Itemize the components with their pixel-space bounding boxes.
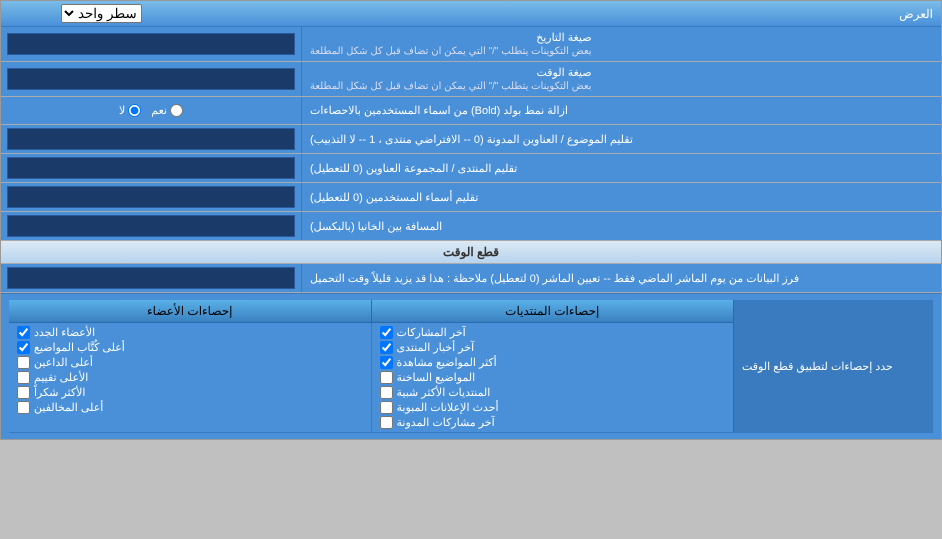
date-format-input-cell: d-m xyxy=(1,27,301,61)
forum-titles-input-cell: 33 xyxy=(1,154,301,182)
date-format-input[interactable]: d-m xyxy=(7,33,295,55)
checkbox-hot-topics[interactable] xyxy=(380,371,393,384)
checkbox-top-inviters[interactable] xyxy=(17,356,30,369)
user-names-input[interactable]: 0 xyxy=(7,186,295,208)
bold-no-label[interactable]: لا xyxy=(119,104,141,117)
checkbox-item: أعلى الداعين xyxy=(17,356,363,369)
bold-yes-radio[interactable] xyxy=(170,104,183,117)
checkbox-item: الأكثر شكراً xyxy=(17,386,363,399)
checkbox-item: آخر أخبار المنتدى xyxy=(380,341,726,354)
time-format-input-cell: H:i xyxy=(1,62,301,96)
bold-remove-radio-cell: نعم لا xyxy=(1,97,301,124)
cutoff-input[interactable]: 0 xyxy=(7,267,295,289)
time-format-input[interactable]: H:i xyxy=(7,68,295,90)
gap-between-label: المسافة بين الخانيا (بالبكسل) xyxy=(301,212,941,240)
checkbox-item: أكثر المواضيع مشاهدة xyxy=(380,356,726,369)
cutoff-label: فرز البيانات من يوم الماشر الماضي فقط --… xyxy=(301,264,941,292)
checkbox-top-rated[interactable] xyxy=(17,371,30,384)
checkbox-item: آخر مشاركات المدونة xyxy=(380,416,726,429)
checkbox-last-posts[interactable] xyxy=(380,326,393,339)
topic-titles-input[interactable]: 33 xyxy=(7,128,295,150)
checkbox-forum-news[interactable] xyxy=(380,341,393,354)
page-title: العرض xyxy=(201,3,941,25)
display-select[interactable]: سطر واحد xyxy=(61,4,142,23)
checkbox-item: أعلى كُتَّاب المواضيع xyxy=(17,341,363,354)
checkbox-new-members[interactable] xyxy=(17,326,30,339)
topic-titles-input-cell: 33 xyxy=(1,125,301,153)
cutoff-section-header: قطع الوقت xyxy=(1,241,941,264)
time-format-label: صيغة الوقت بعض التكوينات يتطلب "/" التي … xyxy=(301,62,941,96)
apply-stats-label: حدد إحصاءات لتطبيق قطع الوقت xyxy=(733,300,933,432)
col2-checkboxes: الأعضاء الجدد أعلى كُتَّاب المواضيع أعلى… xyxy=(9,323,371,432)
checkbox-most-similar[interactable] xyxy=(380,386,393,399)
gap-between-input-cell: 2 xyxy=(1,212,301,240)
date-format-label: صيغة التاريخ بعض التكوينات يتطلب "/" الت… xyxy=(301,27,941,61)
checkbox-item: أعلى المخالفين xyxy=(17,401,363,414)
cutoff-input-cell: 0 xyxy=(1,264,301,292)
checkbox-item: المواضيع الساخنة xyxy=(380,371,726,384)
col1-checkboxes: آخر المشاركات آخر أخبار المنتدى أكثر الم… xyxy=(371,323,734,432)
checkbox-blog-posts[interactable] xyxy=(380,416,393,429)
bold-remove-label: ازالة نمط بولد (Bold) من اسماء المستخدمي… xyxy=(301,97,941,124)
topic-titles-label: تقليم الموضوع / العناوين المدونة (0 -- ا… xyxy=(301,125,941,153)
checkbox-item: المنتديات الأكثر شبية xyxy=(380,386,726,399)
checkbox-top-violators[interactable] xyxy=(17,401,30,414)
forum-titles-label: تقليم المنتدى / المجموعة العناوين (0 للت… xyxy=(301,154,941,182)
checkbox-item: أحدث الإعلانات المبوبة xyxy=(380,401,726,414)
checkbox-item: الأعضاء الجدد xyxy=(17,326,363,339)
user-names-label: تقليم أسماء المستخدمين (0 للتعطيل) xyxy=(301,183,941,211)
checkbox-most-viewed[interactable] xyxy=(380,356,393,369)
user-names-input-cell: 0 xyxy=(1,183,301,211)
col1-header: إحصاءات المنتديات xyxy=(371,300,734,322)
forum-titles-input[interactable]: 33 xyxy=(7,157,295,179)
bold-yes-label[interactable]: نعم xyxy=(151,104,183,117)
checkbox-top-posters[interactable] xyxy=(17,341,30,354)
checkbox-item: الأعلى تقييم xyxy=(17,371,363,384)
bottom-section: حدد إحصاءات لتطبيق قطع الوقت إحصاءات الم… xyxy=(1,293,941,439)
col2-header: إحصاءات الأعضاء xyxy=(9,300,371,322)
gap-between-input[interactable]: 2 xyxy=(7,215,295,237)
checkbox-latest-ads[interactable] xyxy=(380,401,393,414)
bold-no-radio[interactable] xyxy=(128,104,141,117)
checkbox-item: آخر المشاركات xyxy=(380,326,726,339)
checkbox-most-thanked[interactable] xyxy=(17,386,30,399)
